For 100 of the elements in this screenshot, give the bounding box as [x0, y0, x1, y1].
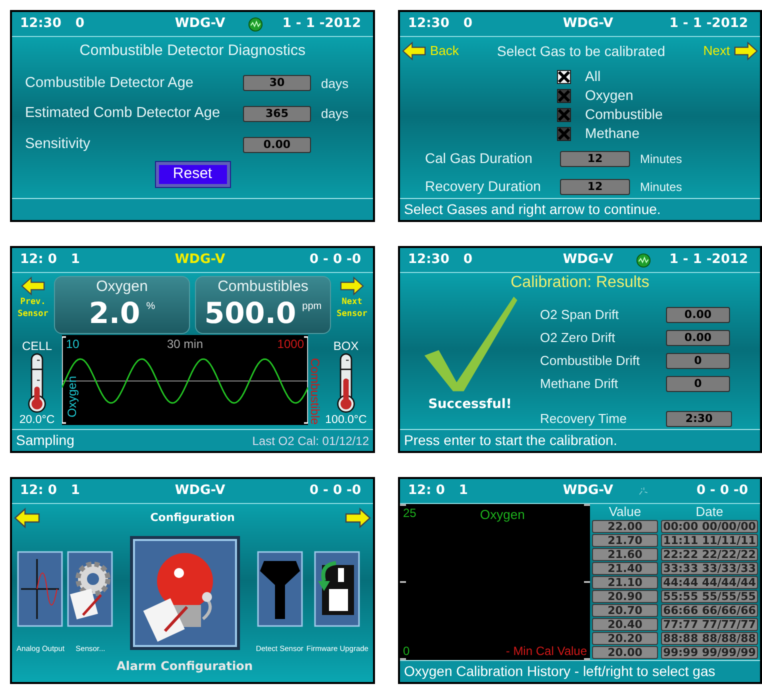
reading-value: 2.0: [88, 297, 140, 329]
field-label: O2 Zero Drift: [540, 330, 616, 346]
value-field: 365: [243, 106, 311, 122]
value-field: 0: [666, 376, 730, 392]
reset-button[interactable]: Reset: [156, 162, 230, 187]
column-header: Date: [694, 504, 724, 519]
arrow-right-icon[interactable]: [345, 507, 371, 529]
table-cell: 21.70: [592, 534, 658, 547]
table-cell: 88:88 88/88/88: [661, 632, 758, 645]
checkbox[interactable]: [557, 126, 571, 140]
arrow-left-icon[interactable]: [21, 276, 45, 296]
clock-time: 12: 0: [408, 482, 445, 500]
table-cell: 99:99 99/99/99: [661, 646, 758, 659]
field-label: Combustible Drift: [540, 353, 641, 369]
arrow-left-icon[interactable]: [14, 507, 40, 529]
back-link[interactable]: Back: [430, 41, 459, 61]
table-cell: 22:22 22/22/22: [661, 548, 758, 561]
axis-value: 0: [403, 643, 410, 660]
checkbox-label: Oxygen: [585, 86, 634, 105]
device-title: WDG-V: [562, 482, 614, 500]
date-text: 1 - 1 -2012: [668, 15, 749, 34]
unit-label: Minutes: [640, 178, 684, 196]
status-globe-icon: [248, 16, 262, 32]
menu-option[interactable]: Alarm Configuration: [116, 535, 253, 675]
status-code: 1: [70, 251, 80, 270]
checkbox[interactable]: [557, 70, 571, 84]
axis-value: 10: [66, 336, 80, 353]
prev-sensor-label[interactable]: Prev. Sensor: [13, 296, 53, 320]
reading-value: 500.0: [204, 297, 296, 329]
next-link[interactable]: Next: [703, 41, 730, 61]
value-field: 12: [560, 150, 630, 166]
date-text: 1 - 1 -2012: [668, 251, 749, 270]
value-field: 2:30: [666, 411, 732, 427]
date-text: 0 - 0 -0: [308, 482, 362, 500]
axis-title: Combustible: [308, 358, 321, 425]
value-field: 12: [560, 178, 630, 194]
status-text: Sampling: [16, 431, 74, 450]
value-field: 0.00: [666, 330, 730, 346]
table-cell: 20.20: [592, 632, 658, 645]
clock-time: 12:30: [408, 251, 450, 270]
device-title: WDG-V: [562, 15, 614, 34]
clock-time: 12:30: [408, 15, 450, 34]
unit-label: Minutes: [640, 150, 684, 168]
device-title: WDG-V: [174, 251, 226, 270]
field-label: Estimated Comb Detector Age: [25, 104, 222, 124]
field-label: Combustible Detector Age: [25, 74, 194, 92]
checkbox[interactable]: [557, 108, 571, 122]
status-code: 0: [463, 251, 472, 270]
arrow-right-icon[interactable]: [340, 276, 364, 296]
table-cell: 21.40: [592, 562, 658, 575]
unit-label: ppm: [302, 300, 322, 314]
status-code: 0: [463, 15, 472, 34]
funnel-icon: [256, 551, 303, 627]
screen-title: Calibration: Results: [510, 273, 650, 293]
column-header: Value: [608, 504, 642, 519]
field-label: Methane Drift: [540, 376, 620, 392]
table-cell: 21.10: [592, 576, 658, 589]
gear-icon: [67, 551, 114, 627]
status-code: 1: [70, 482, 80, 500]
next-sensor-label[interactable]: Next Sensor: [332, 296, 372, 320]
temperature-reading: 20.0°C: [19, 413, 55, 427]
sensor-location: BOX: [333, 339, 359, 353]
clock-time: 12:30: [20, 15, 62, 34]
clock-time: 12: 0: [20, 482, 57, 500]
checkbox[interactable]: [557, 88, 571, 102]
table-cell: 66:66 66/66/66: [661, 604, 758, 617]
status-globe-icon: [636, 252, 650, 268]
graph-icon: [17, 551, 64, 627]
table-cell: 11:11 11/11/11: [661, 534, 758, 547]
last-calibration-text: Last O2 Cal: 01/12/12: [252, 432, 369, 450]
table-cell: 44:44 44/44/44: [661, 576, 758, 589]
unit-label: days: [321, 105, 350, 124]
checkbox-label: Methane: [585, 124, 640, 143]
field-label: Recovery Time: [540, 411, 628, 427]
table-cell: 20.70: [592, 604, 658, 617]
bell-icon: [128, 535, 241, 651]
table-cell: 33:33 33/33/33: [661, 562, 758, 575]
status-code: 0: [75, 15, 84, 34]
date-text: 0 - 0 -0: [308, 251, 362, 270]
date-text: 1 - 1 -2012: [281, 15, 362, 34]
value-field: 0.00: [243, 136, 311, 153]
field-label: Recovery Duration: [425, 177, 542, 196]
screen-title: Select Gas to be calibrated: [496, 42, 666, 60]
temperature-reading: 100.0°C: [325, 413, 367, 427]
table-cell: 22.00: [592, 520, 658, 533]
table-cell: 55:55 55/55/55: [661, 590, 758, 603]
table-cell: 20.00: [592, 646, 658, 659]
status-text: Press enter to start the calibration.: [404, 431, 618, 450]
value-field: 0.00: [666, 307, 730, 323]
field-label: Sensitivity: [25, 135, 92, 154]
unit-label: %: [146, 300, 156, 314]
sensor-location: CELL: [22, 339, 52, 353]
arrow-left-icon[interactable]: [402, 41, 426, 61]
threshold-label: - Min Cal Value: [506, 643, 587, 660]
chart-title: Oxygen: [480, 506, 525, 524]
reading-name: Combustibles: [218, 277, 308, 297]
checkbox-label: All: [585, 67, 601, 86]
device-title: WDG-V: [562, 251, 614, 270]
table-cell: 21.60: [592, 548, 658, 561]
arrow-right-icon[interactable]: [734, 41, 758, 61]
